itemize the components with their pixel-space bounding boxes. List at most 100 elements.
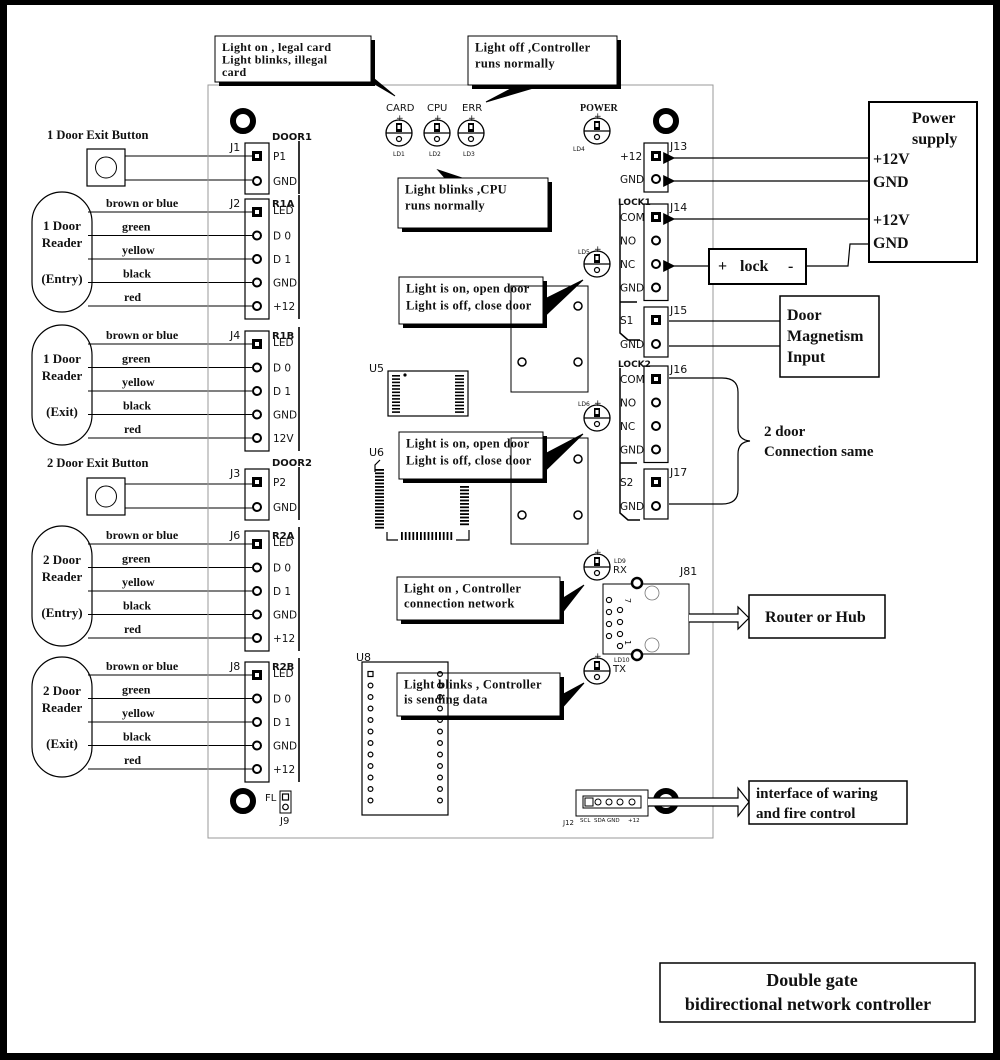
svg-text:+: + bbox=[594, 548, 602, 558]
led-rx-ref: LD9 bbox=[614, 558, 626, 565]
j15-ref: J15 bbox=[669, 304, 687, 317]
led-cpu: +CPU LD2 bbox=[423, 103, 451, 158]
connector-j6: J6 R2ALEDD 0D 1GND+12 bbox=[229, 527, 300, 652]
card-reader-2: 1 Door Reader (Exit) brown or blue green yell… bbox=[31, 324, 252, 446]
j81-pin1-label: 1 bbox=[623, 640, 632, 645]
j12-pin-sda: SDA bbox=[594, 818, 606, 824]
exit-button-exit1-label: 1 Door Exit Button bbox=[47, 128, 149, 142]
connector-j1: J1 DOOR1 P1 GND bbox=[229, 132, 312, 195]
wire-color-label: red bbox=[124, 422, 141, 436]
two-door-line-1: 2 door bbox=[764, 424, 806, 440]
wire-color-label: green bbox=[122, 220, 151, 234]
j3-ref: J3 bbox=[229, 467, 240, 480]
reader-line-1: 2 Door bbox=[43, 683, 81, 698]
svg-text:+: + bbox=[594, 399, 602, 409]
chip-u5-label: U5 bbox=[369, 362, 384, 375]
wire-color-label: brown or blue bbox=[106, 328, 179, 342]
callout-card-led-line-3: card bbox=[222, 65, 247, 79]
led-tx-label: TX bbox=[612, 664, 626, 675]
connector-j15: J15 S1 GND bbox=[620, 304, 687, 358]
callout-rx-led-line-2: connection network bbox=[404, 597, 515, 611]
fire-control-line-2: and fire control bbox=[756, 806, 855, 822]
led-ld5: + LD5 bbox=[578, 245, 611, 278]
led-ld5-ref: LD5 bbox=[578, 249, 590, 256]
j1-group-label: DOOR1 bbox=[272, 132, 312, 143]
pin-label: D 0 bbox=[273, 563, 291, 575]
fire-control-link: interface of waring and fire control bbox=[648, 780, 908, 825]
pin-label: D 1 bbox=[273, 254, 291, 266]
router-link: Router or Hub bbox=[689, 594, 886, 639]
connector-j9: FL J9 bbox=[265, 790, 292, 827]
led-tx-ref: LD10 bbox=[614, 657, 630, 664]
card-reader-3: 2 Door Reader (Entry) brown or blue green yel… bbox=[31, 525, 252, 647]
door-magnetism-box: Door Magnetism Input bbox=[669, 295, 880, 378]
pin-label: +12 bbox=[273, 633, 295, 645]
mounting-hole-icon bbox=[230, 788, 256, 814]
callout-card-led: Light on , legal cardLight blinks, illeg… bbox=[214, 35, 396, 97]
chip-u5: U5 bbox=[369, 362, 469, 417]
j6-ref: J6 bbox=[229, 529, 240, 542]
pin-label: GND bbox=[273, 278, 297, 290]
pin-label: NC bbox=[620, 421, 635, 433]
j16-ref: J16 bbox=[669, 363, 687, 376]
j13-ref: J13 bbox=[669, 140, 687, 153]
ps-term-gnd-a: GND bbox=[873, 174, 909, 191]
led-ld6-ref: LD6 bbox=[578, 401, 590, 408]
connector-j17: J17 S2 GND bbox=[620, 466, 687, 520]
connector-j13: J13 +12 GND bbox=[620, 140, 687, 193]
callout-err-led-line-1: Light off ,Controller bbox=[475, 41, 591, 55]
reader-line-3: (Exit) bbox=[46, 404, 78, 419]
wiring-diagram: +CARDLD1+CPULD2+ERRLD3+POWERLD4+LD5+LD6+… bbox=[31, 35, 978, 1023]
card-reader-4: 2 Door Reader (Exit) brown or blue green yell… bbox=[31, 656, 252, 778]
led-card-ref: LD1 bbox=[393, 151, 405, 158]
callout-rx-led-line-1: Light on , Controller bbox=[404, 582, 521, 596]
connector-j2: J2 R1ALEDD 0D 1GND+12 bbox=[229, 195, 300, 320]
led-cpu-ref: LD2 bbox=[429, 151, 441, 158]
pin-label: GND bbox=[620, 174, 644, 186]
pin-label: D 0 bbox=[273, 694, 291, 706]
led-power-label: POWER bbox=[580, 103, 619, 114]
pin-label: +12 bbox=[273, 301, 295, 313]
lock-plus: + bbox=[718, 258, 727, 275]
wire-color-label: black bbox=[123, 730, 151, 744]
ps-term-12v-a: +12V bbox=[873, 151, 910, 168]
connector-j8: J8 R2BLEDD 0D 1GND+12 bbox=[229, 658, 300, 783]
pin-label: +12 bbox=[620, 151, 642, 163]
led-ld6: + LD6 bbox=[578, 399, 611, 432]
led-rx-label: RX bbox=[613, 565, 627, 576]
pin-label: P1 bbox=[273, 151, 286, 163]
exit-button-exit1: 1 Door Exit Button bbox=[47, 128, 252, 187]
callout-cpu-led-line-2: runs normally bbox=[405, 199, 485, 213]
callout-lock1-led: Light is on, open doorLight is off, clos… bbox=[398, 276, 584, 328]
led-err-label: ERR bbox=[462, 103, 482, 114]
j4-ref: J4 bbox=[229, 329, 240, 342]
led-cpu-label: CPU bbox=[427, 103, 447, 114]
reader-line-3: (Exit) bbox=[46, 736, 78, 751]
callout-lock1-led-line-2: Light is off, close door bbox=[406, 299, 532, 313]
wire-color-label: green bbox=[122, 552, 151, 566]
wire-color-label: brown or blue bbox=[106, 196, 179, 210]
j3-group-label: DOOR2 bbox=[272, 458, 312, 469]
callout-tx-led-line-1: Light blinks , Controller bbox=[404, 678, 542, 692]
wire-color-label: red bbox=[124, 622, 141, 636]
pin-label: D 1 bbox=[273, 586, 291, 598]
ps-term-12v-b: +12V bbox=[873, 212, 910, 229]
push-button-icon bbox=[86, 148, 126, 187]
led-power: +POWERLD4 bbox=[573, 103, 619, 153]
reader-line-3: (Entry) bbox=[41, 605, 82, 620]
reader-line-2: Reader bbox=[42, 700, 83, 715]
connector-j81-rj45: J81 7 1 bbox=[602, 565, 697, 662]
wire-color-label: black bbox=[123, 599, 151, 613]
card-reader-1: 1 Door Reader (Entry) brown or blue green yel… bbox=[31, 191, 252, 313]
two-door-brace: 2 door Connection same bbox=[669, 377, 874, 505]
led-power-ref: LD4 bbox=[573, 146, 585, 153]
wire-color-label: black bbox=[123, 267, 151, 281]
wire-color-label: red bbox=[124, 753, 141, 767]
pin-label: COM bbox=[620, 374, 645, 386]
j8-ref: J8 bbox=[229, 660, 240, 673]
connector-j3: J3 DOOR2 P2 GND bbox=[229, 458, 312, 521]
pin-label: GND bbox=[273, 741, 297, 753]
title-line-1: Double gate bbox=[766, 970, 858, 990]
led-rx: + LD9RX bbox=[583, 548, 627, 581]
pin-label: GND bbox=[620, 339, 644, 351]
